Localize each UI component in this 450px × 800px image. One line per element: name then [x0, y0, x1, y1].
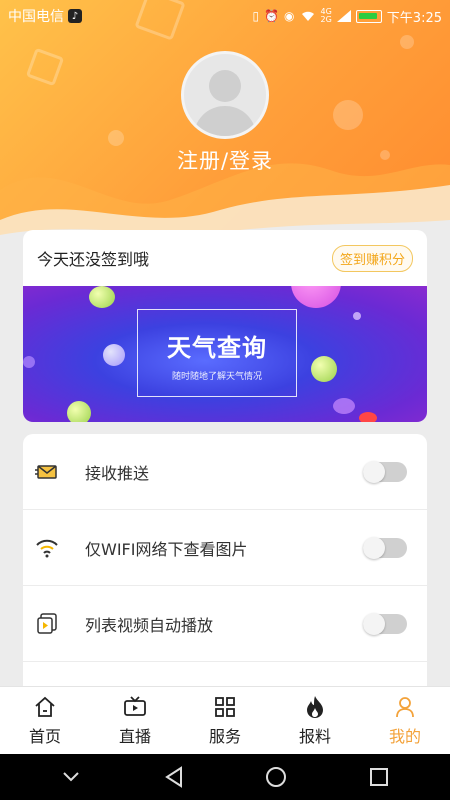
system-nav-bar	[0, 754, 450, 800]
network-type-label-2: 2G	[320, 15, 332, 24]
back-triangle-icon	[164, 766, 182, 788]
decorative-square	[25, 47, 65, 87]
wifi-images-toggle[interactable]	[363, 536, 407, 559]
home-nav-button[interactable]	[261, 762, 291, 792]
decorative-ball	[353, 312, 361, 320]
weather-banner[interactable]: 天气查询 随时随地了解天气情况	[23, 286, 427, 422]
tab-mine[interactable]: 我的	[360, 687, 450, 754]
setting-label-push: 接收推送	[85, 463, 150, 483]
tab-report[interactable]: 报料	[270, 687, 360, 754]
setting-label-autoplay: 列表视频自动播放	[85, 615, 214, 635]
recents-button[interactable]	[364, 762, 394, 792]
fire-icon	[303, 695, 327, 719]
autoplay-toggle[interactable]	[363, 612, 407, 635]
status-bar: 中国电信 ♪ ▯ ⏰ ◉ 4G 2G 下午3:25	[0, 0, 450, 32]
tab-live[interactable]: 直播	[90, 687, 180, 754]
bottom-tab-bar: 首页 直播 服务 报料 我的	[0, 686, 450, 754]
tab-services[interactable]: 服务	[180, 687, 270, 754]
person-icon	[393, 695, 417, 719]
vibrate-icon: ▯	[252, 9, 260, 23]
setting-row-autoplay: 列表视频自动播放	[23, 586, 427, 662]
sign-in-card: 今天还没签到哦 签到赚积分 天气查询 随时随地了解天气情况	[23, 230, 427, 422]
decorative-ball	[291, 286, 341, 308]
tab-label-services: 服务	[208, 726, 241, 746]
decorative-bubble	[333, 100, 363, 130]
envelope-icon	[35, 460, 59, 484]
settings-card: 接收推送 仅WIFI网络下查看图片 列表视频自动播放	[23, 434, 427, 704]
sign-in-message: 今天还没签到哦	[37, 250, 150, 269]
signal-icon: 4G 2G	[321, 8, 332, 24]
battery-icon	[355, 9, 382, 23]
avatar-placeholder-icon	[192, 70, 258, 136]
decorative-ball	[89, 286, 115, 308]
tab-home[interactable]: 首页	[0, 687, 90, 754]
banner-title: 天气查询	[167, 334, 267, 362]
wifi-status-icon	[300, 10, 316, 22]
chevron-down-icon	[63, 772, 79, 782]
banner-frame: 天气查询 随时随地了解天气情况	[137, 309, 297, 397]
tab-label-home: 首页	[28, 726, 61, 746]
avatar[interactable]	[181, 51, 269, 139]
profile-header: 注册/登录	[0, 0, 450, 250]
decorative-bubble	[400, 35, 414, 49]
sign-in-button[interactable]: 签到赚积分	[331, 244, 413, 272]
tab-label-report: 报料	[298, 726, 331, 746]
decorative-ball	[103, 344, 125, 366]
carrier-label: 中国电信	[8, 9, 64, 25]
login-register-link[interactable]: 注册/登录	[0, 145, 450, 175]
setting-row-push: 接收推送	[23, 434, 427, 510]
eye-icon: ◉	[284, 9, 295, 23]
tab-label-mine: 我的	[388, 726, 421, 746]
clock: 下午3:25	[386, 10, 442, 26]
decorative-ball	[359, 412, 377, 422]
recents-square-icon	[369, 768, 388, 786]
wifi-icon	[35, 536, 59, 560]
decorative-ball	[333, 398, 355, 414]
decorative-ball	[23, 356, 35, 368]
home-circle-icon	[266, 767, 287, 787]
grid-icon	[213, 695, 237, 719]
back-button[interactable]	[159, 762, 189, 792]
decorative-ball	[311, 356, 337, 382]
home-icon	[33, 695, 57, 719]
tiktok-icon: ♪	[68, 9, 82, 23]
push-toggle[interactable]	[363, 460, 407, 483]
setting-row-wifi-images: 仅WIFI网络下查看图片	[23, 510, 427, 586]
setting-label-wifi-images: 仅WIFI网络下查看图片	[85, 539, 248, 559]
tv-icon	[123, 695, 147, 719]
tab-label-live: 直播	[118, 726, 151, 746]
collapse-nav-button[interactable]	[56, 762, 86, 792]
alarm-icon: ⏰	[264, 9, 280, 23]
banner-subtitle: 随时随地了解天气情况	[171, 372, 262, 382]
video-play-icon	[35, 612, 59, 636]
decorative-ball	[67, 401, 91, 422]
signal-bars-icon	[336, 10, 351, 22]
sign-in-row: 今天还没签到哦 签到赚积分	[23, 230, 427, 286]
